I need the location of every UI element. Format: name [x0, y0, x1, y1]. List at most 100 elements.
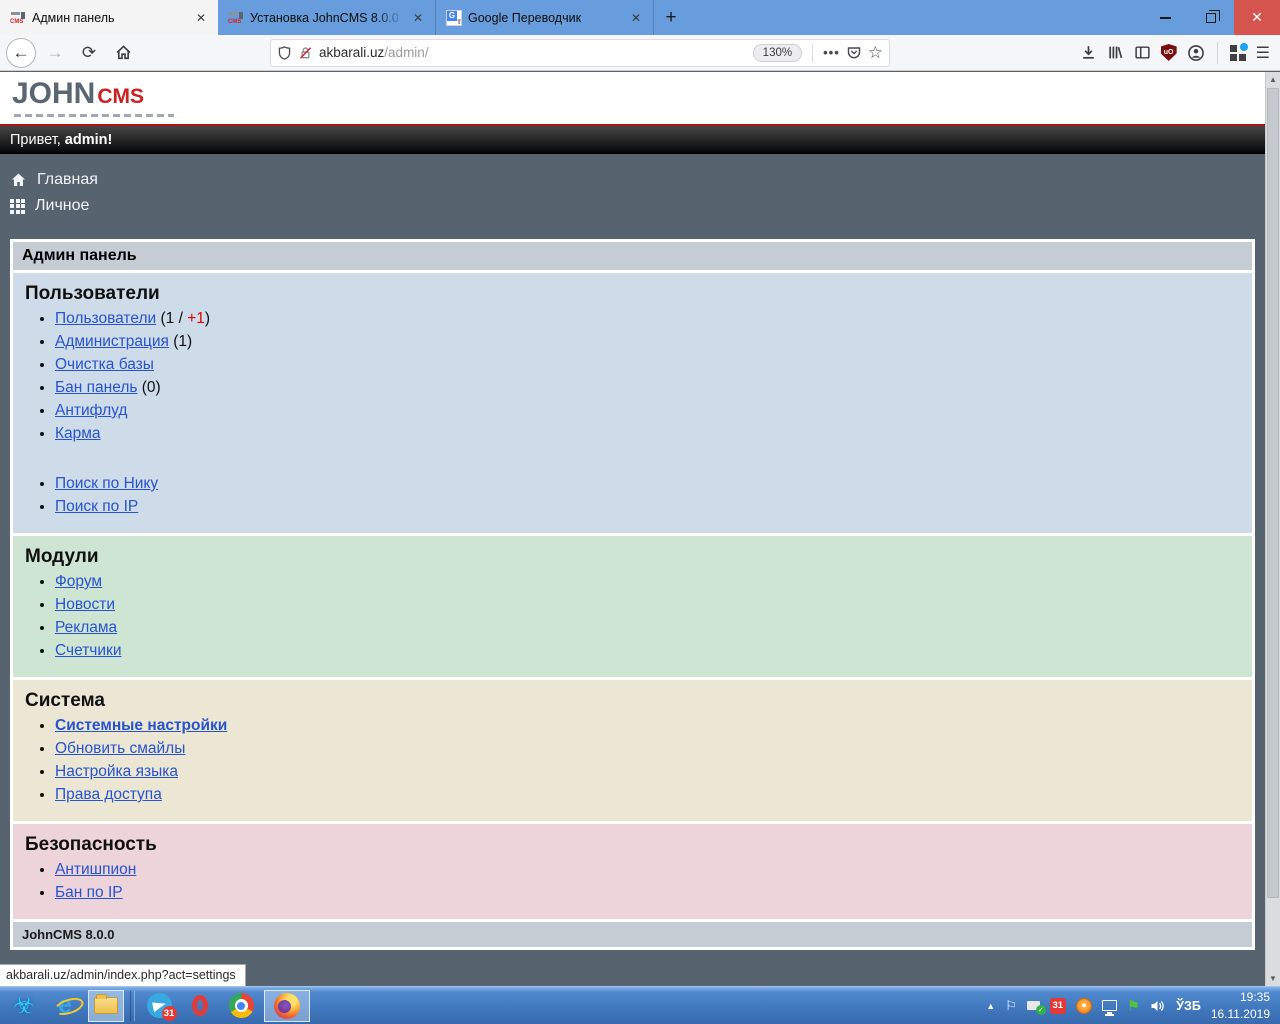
pocket-icon[interactable] [846, 45, 862, 61]
new-tab-button[interactable]: + [654, 0, 688, 35]
greeting-username: admin! [64, 131, 113, 148]
link-ban-panel[interactable]: Бан панель [55, 379, 137, 396]
johncms-logo[interactable]: JOHNCMS [12, 77, 174, 119]
list-item: Поиск по IP [55, 498, 1240, 516]
section-title: Безопасность [25, 834, 157, 855]
link-antiflood[interactable]: Антифлуд [55, 402, 127, 419]
grid-icon [10, 198, 25, 214]
link-list: Поиск по Нику Поиск по IP [25, 475, 1240, 516]
zoom-level-badge[interactable]: 130% [752, 43, 803, 62]
list-item: Очистка базы [55, 356, 1240, 374]
link-forum[interactable]: Форум [55, 573, 102, 590]
panel-footer-version: JohnCMS 8.0.0 [13, 922, 1252, 947]
back-button[interactable]: ← [6, 37, 36, 68]
url-bar[interactable]: akbarali.uz/admin/ 130% ••• ☆ [270, 38, 890, 67]
taskbar-chrome[interactable] [223, 990, 259, 1022]
tray-expand-icon[interactable]: ▲ [986, 1001, 995, 1011]
tab-admin-panel[interactable]: CMS Админ панель ✕ [0, 0, 218, 35]
tab-close-icon[interactable]: ✕ [627, 9, 645, 27]
volume-icon[interactable] [1150, 999, 1166, 1013]
nav-label: Главная [37, 171, 98, 188]
green-flag-tray-icon[interactable]: ⚑ [1127, 997, 1140, 1015]
restore-button[interactable] [1188, 0, 1234, 35]
tab-title: Админ панель [32, 10, 115, 25]
taskbar-clock[interactable]: 19:35 16.11.2019 [1211, 989, 1270, 1021]
refresh-button[interactable]: ⟳ [74, 39, 104, 67]
link-language-settings[interactable]: Настройка языка [55, 763, 178, 780]
list-item: Счетчики [55, 642, 1240, 660]
toolbar-right-icons: uO ☰ [1080, 41, 1272, 64]
taskbar-file-explorer[interactable] [88, 989, 124, 1022]
extensions-icon[interactable] [1229, 42, 1248, 61]
tab-johncms-install[interactable]: CMS Установка JohnCMS 8.0.0 на W ✕ [218, 0, 436, 35]
johncms-favicon: CMS [10, 10, 26, 26]
link-search-nick[interactable]: Поиск по Нику [55, 475, 158, 492]
taskbar-opera[interactable] [182, 990, 218, 1022]
tab-google-translate[interactable]: Gт Google Переводчик ✕ [436, 0, 654, 35]
list-item: Поиск по Нику [55, 475, 1240, 493]
link-karma[interactable]: Карма [55, 425, 101, 442]
bookmark-star-icon[interactable]: ☆ [868, 43, 883, 63]
forward-button[interactable]: → [40, 39, 70, 67]
url-domain: akbarali.uz [319, 45, 385, 60]
taskbar-firefox[interactable] [264, 989, 310, 1022]
link-search-ip[interactable]: Поиск по IP [55, 498, 138, 515]
taskbar-telegram[interactable]: 31 [141, 990, 177, 1022]
biohazard-start-icon: ☣ [13, 992, 35, 1019]
action-center-flag-icon[interactable]: ⚐ [1005, 998, 1017, 1014]
language-indicator[interactable]: ЎЗБ [1176, 999, 1201, 1013]
link-ban-ip[interactable]: Бан по IP [55, 884, 123, 901]
scroll-down-arrow[interactable]: ▼ [1266, 971, 1280, 986]
account-icon[interactable] [1187, 44, 1205, 62]
list-item: Карма [55, 425, 1240, 443]
minimize-button[interactable] [1142, 0, 1188, 35]
link-update-smilies[interactable]: Обновить смайлы [55, 740, 185, 757]
chrome-icon [228, 993, 254, 1018]
link-ads[interactable]: Реклама [55, 619, 117, 636]
clock-date: 16.11.2019 [1210, 1006, 1270, 1021]
link-db-cleanup[interactable]: Очистка базы [55, 356, 154, 373]
section-security: Безопасность Антишпион Бан по IP [13, 824, 1252, 919]
hamburger-menu-icon[interactable]: ☰ [1256, 43, 1270, 63]
url-path: /admin/ [384, 45, 429, 60]
nav-item-personal[interactable]: Личное [10, 193, 1255, 219]
link-access-rights[interactable]: Права доступа [55, 786, 162, 803]
tab-close-icon[interactable]: ✕ [192, 9, 210, 27]
network-display-icon[interactable] [1101, 1000, 1117, 1014]
downloads-icon[interactable] [1080, 44, 1097, 61]
link-list: Пользователи (1 / +1) Администрация (1) … [25, 310, 1240, 443]
orange-app-tray-icon[interactable] [1075, 997, 1092, 1014]
taskbar-internet-explorer[interactable]: e [47, 990, 83, 1022]
insecure-lock-icon[interactable] [298, 45, 313, 61]
sidebar-icon[interactable] [1134, 44, 1151, 61]
link-users[interactable]: Пользователи [55, 310, 156, 327]
restore-icon [1206, 9, 1220, 23]
firefox-icon [274, 992, 300, 1019]
url-text[interactable]: akbarali.uz/admin/ [319, 45, 747, 60]
close-button[interactable]: ✕ [1234, 0, 1280, 35]
link-system-settings[interactable]: Системные настройки [55, 717, 227, 734]
greeting-prefix: Привет, [10, 131, 61, 148]
nav-item-home[interactable]: Главная [10, 167, 1255, 193]
link-antispy[interactable]: Антишпион [55, 861, 136, 878]
link-status-tooltip: akbarali.uz/admin/index.php?act=settings [0, 964, 246, 986]
google-translate-favicon: Gт [446, 9, 462, 26]
usb-safely-remove-icon[interactable] [1026, 1001, 1046, 1015]
link-news[interactable]: Новости [55, 596, 115, 613]
telegram-tray-badge[interactable]: 31 [1049, 997, 1066, 1014]
shield-permissions-icon[interactable] [277, 45, 292, 61]
list-item: Форум [55, 573, 1240, 591]
link-counters[interactable]: Счетчики [55, 642, 121, 659]
link-administration[interactable]: Администрация [55, 333, 169, 350]
scrollbar-thumb[interactable] [1267, 88, 1279, 898]
home-icon [116, 45, 130, 60]
page-actions-icon[interactable]: ••• [823, 45, 840, 60]
ublock-origin-icon[interactable]: uO [1160, 44, 1177, 61]
taskbar-separator [130, 990, 135, 1021]
library-icon[interactable] [1107, 44, 1124, 61]
vertical-scrollbar[interactable]: ▲ ▼ [1265, 72, 1280, 986]
home-button[interactable] [108, 39, 138, 67]
scroll-up-arrow[interactable]: ▲ [1266, 72, 1280, 87]
start-button[interactable]: ☣ [6, 990, 42, 1022]
tab-close-icon[interactable]: ✕ [409, 9, 427, 27]
